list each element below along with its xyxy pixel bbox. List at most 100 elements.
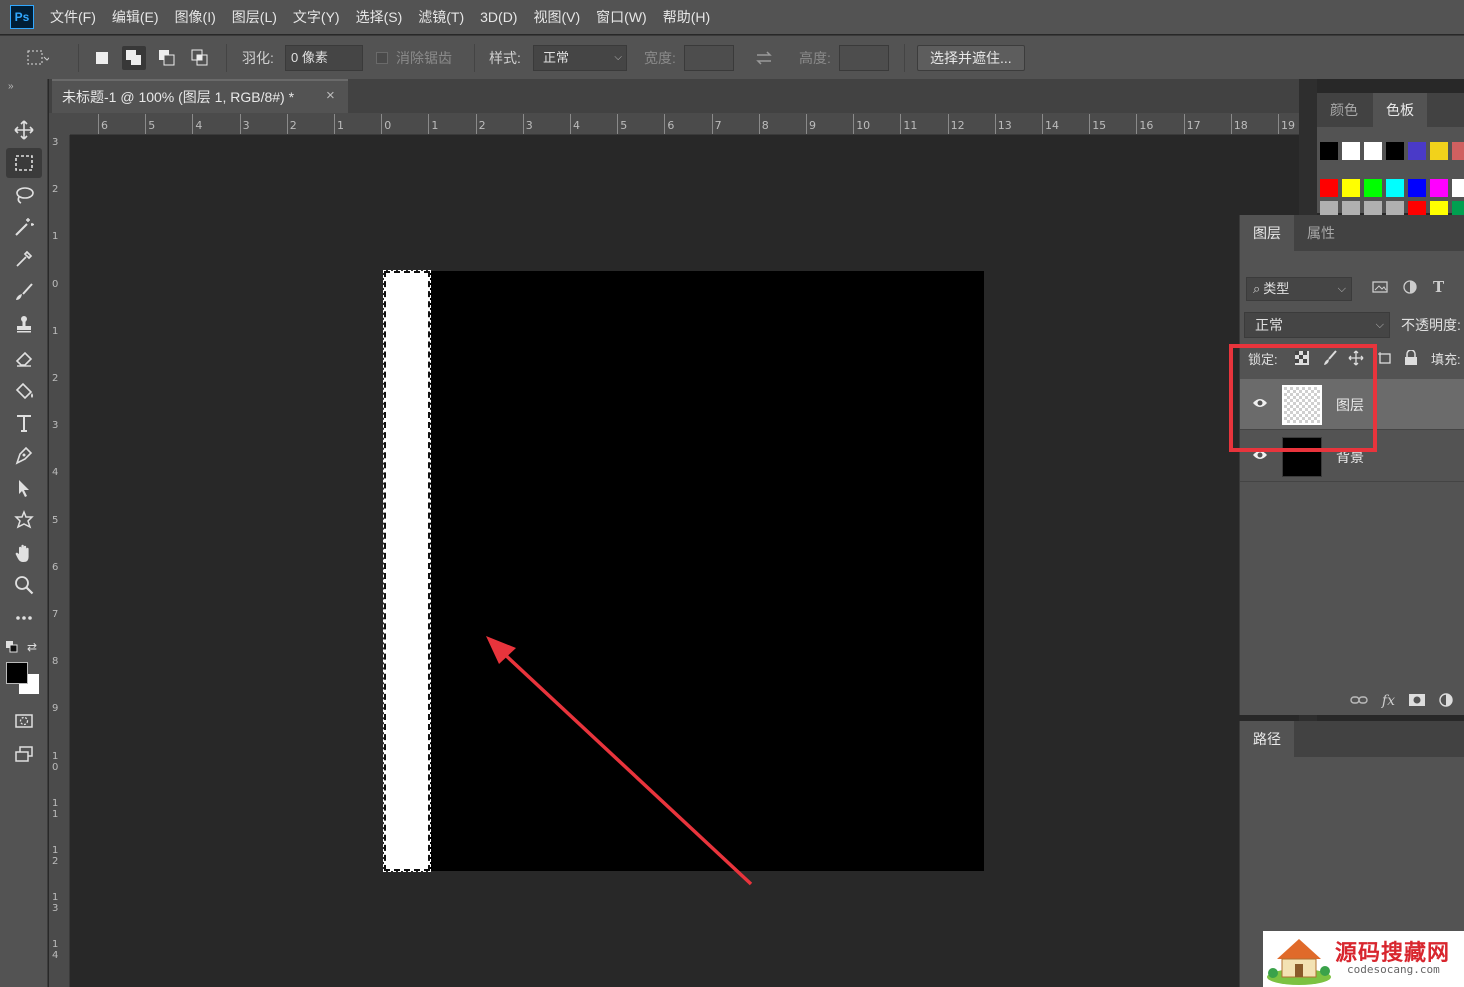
marquee-selection[interactable] [383, 270, 431, 872]
layer-filter-select[interactable]: ⌕ 类型 ⌵ [1246, 277, 1352, 301]
color-swatch[interactable] [1452, 142, 1464, 160]
paint-bucket-tool-icon[interactable] [6, 376, 42, 406]
menu-select[interactable]: 选择(S) [356, 7, 403, 27]
color-swatch[interactable] [1430, 179, 1448, 197]
more-tools-icon[interactable] [6, 603, 42, 633]
color-swatch[interactable] [1364, 201, 1382, 215]
style-select[interactable]: 正常 ⌵ [533, 45, 627, 71]
document-tab[interactable]: 未标题-1 @ 100% (图层 1, RGB/8#) * × [52, 79, 348, 113]
color-swatch[interactable] [1342, 179, 1360, 197]
link-layers-icon[interactable] [1350, 693, 1368, 709]
tab-color[interactable]: 颜色 [1317, 93, 1371, 127]
lasso-tool-icon[interactable] [6, 180, 42, 210]
menu-image[interactable]: 图像(I) [175, 7, 216, 27]
document-canvas[interactable] [384, 271, 984, 871]
marquee-preset-icon[interactable] [26, 46, 50, 70]
menu-help[interactable]: 帮助(H) [663, 7, 710, 27]
fx-icon[interactable]: fx [1382, 693, 1395, 709]
ruler-h-label: 1 [431, 119, 439, 132]
filter-adjustment-icon[interactable] [1402, 279, 1418, 298]
color-swatch[interactable] [1320, 201, 1338, 215]
lock-all-icon[interactable] [1404, 349, 1418, 369]
eraser-tool-icon[interactable] [6, 343, 42, 373]
feather-input[interactable]: 0 像素 [285, 45, 363, 71]
color-swatch[interactable] [1408, 201, 1426, 215]
menu-window[interactable]: 窗口(W) [596, 7, 647, 27]
type-tool-icon[interactable] [6, 408, 42, 438]
tab-layers[interactable]: 图层 [1240, 215, 1294, 251]
filter-type-icon[interactable]: T [1433, 278, 1444, 296]
tab-paths[interactable]: 路径 [1240, 721, 1294, 757]
menu-edit[interactable]: 编辑(E) [112, 7, 159, 27]
menu-type[interactable]: 文字(Y) [293, 7, 340, 27]
ruler-h-tick [806, 114, 807, 134]
blend-mode-select[interactable]: 正常 ⌵ [1244, 312, 1390, 338]
pen-tool-icon[interactable] [6, 440, 42, 470]
style-label: 样式: [489, 50, 521, 66]
tab-swatches[interactable]: 色板 [1373, 93, 1427, 127]
layers-footer: fx [1240, 687, 1464, 715]
default-colors-icon[interactable] [6, 641, 18, 653]
menu-view[interactable]: 视图(V) [533, 7, 580, 27]
ruler-h-tick [853, 114, 855, 134]
paths-panel-tabs: 路径 [1240, 721, 1464, 757]
layer-mask-icon[interactable] [1409, 693, 1425, 710]
layer-filter-value: 类型 [1263, 281, 1290, 296]
menu-file[interactable]: 文件(F) [50, 7, 96, 27]
add-selection-icon[interactable] [122, 46, 146, 70]
foreground-color-swatch[interactable] [6, 662, 28, 684]
color-swatch[interactable] [1342, 142, 1360, 160]
color-swatch[interactable] [1430, 201, 1448, 215]
zoom-tool-icon[interactable] [6, 570, 42, 600]
screen-mode-icon[interactable] [6, 739, 42, 769]
antialias-checkbox[interactable] [376, 52, 388, 64]
path-selection-tool-icon[interactable] [6, 473, 42, 503]
width-input[interactable] [684, 45, 734, 71]
collapse-icon[interactable]: » [8, 81, 14, 92]
subtract-selection-icon[interactable] [155, 46, 179, 70]
menu-filter[interactable]: 滤镜(T) [418, 7, 464, 27]
move-tool-icon[interactable] [6, 115, 42, 145]
color-swatch[interactable] [1452, 201, 1464, 215]
swap-colors-icon[interactable]: ⇄ [27, 640, 37, 654]
ruler-v-label: 4 [52, 467, 59, 479]
ruler-v-label: 2 [52, 373, 59, 384]
lock-artboard-icon[interactable] [1377, 350, 1393, 369]
color-swatch[interactable] [1320, 142, 1338, 160]
adjustment-layer-icon[interactable] [1439, 692, 1453, 710]
color-swatch[interactable] [1364, 179, 1382, 197]
ruler-h-tick [428, 114, 430, 134]
filter-pixel-icon[interactable] [1372, 279, 1388, 298]
color-swatch[interactable] [1408, 142, 1426, 160]
clone-stamp-tool-icon[interactable] [6, 309, 42, 339]
color-swatch[interactable] [1430, 142, 1448, 160]
rectangular-marquee-tool-icon[interactable] [6, 148, 42, 178]
custom-shape-tool-icon[interactable] [6, 505, 42, 535]
brush-tool-icon[interactable] [6, 277, 42, 307]
height-input[interactable] [839, 45, 889, 71]
swatches-panel: 颜色 色板 [1317, 93, 1464, 215]
color-swatch[interactable] [1386, 142, 1404, 160]
close-icon[interactable]: × [326, 87, 335, 104]
color-swatch[interactable] [1408, 179, 1426, 197]
intersect-selection-icon[interactable] [188, 46, 212, 70]
color-swatch[interactable] [1452, 179, 1464, 197]
tab-properties[interactable]: 属性 [1294, 215, 1348, 251]
eyedropper-tool-icon[interactable] [6, 244, 42, 274]
ruler-v-label: 5 [52, 514, 59, 526]
quick-mask-icon[interactable] [6, 706, 42, 736]
swap-dimensions-icon[interactable] [752, 46, 776, 70]
select-and-mask-button[interactable]: 选择并遮住... [917, 45, 1025, 71]
color-swatch[interactable] [1364, 142, 1382, 160]
menu-layer[interactable]: 图层(L) [232, 7, 277, 27]
color-swatch[interactable] [1320, 179, 1338, 197]
color-swatch[interactable] [1386, 201, 1404, 215]
chevron-down-icon: ⌵ [614, 52, 622, 63]
hand-tool-icon[interactable] [6, 538, 42, 568]
new-selection-icon[interactable] [90, 46, 114, 70]
color-swatch[interactable] [1386, 179, 1404, 197]
menu-3d[interactable]: 3D(D) [480, 9, 517, 25]
magic-wand-tool-icon[interactable] [6, 212, 42, 242]
feather-label: 羽化: [242, 50, 274, 66]
color-swatch[interactable] [1342, 201, 1360, 215]
